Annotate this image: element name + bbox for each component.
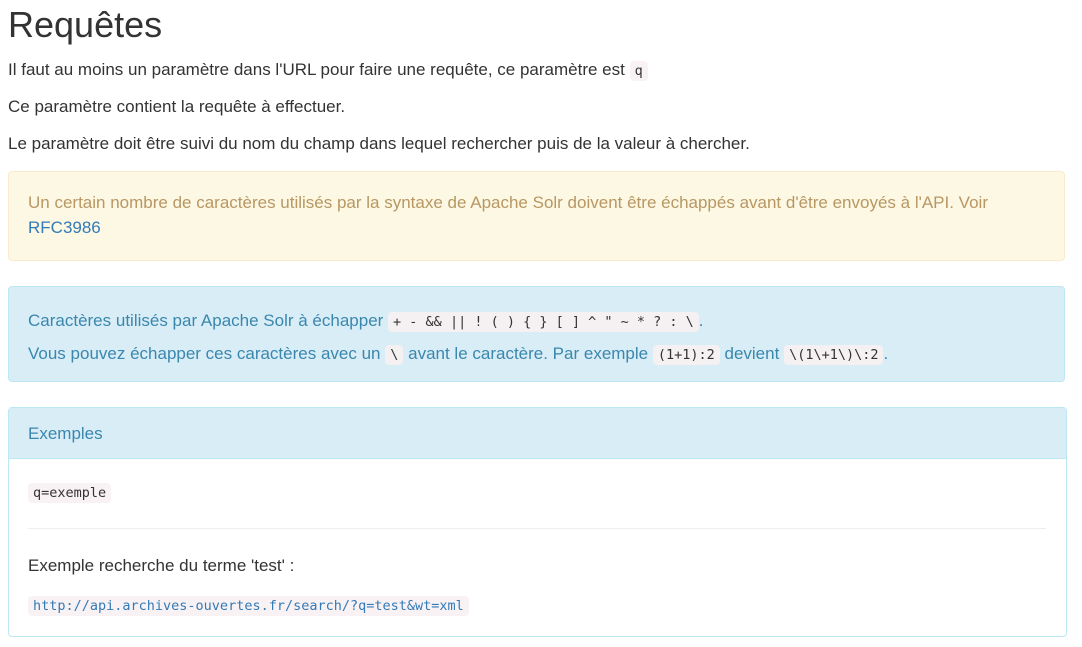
example-label: Exemple recherche du terme 'test' : (28, 556, 295, 575)
intro-line-2: Ce paramètre contient la requête à effec… (8, 97, 346, 116)
divider (28, 528, 1046, 529)
info-line-2-a: Vous pouvez échapper ces caractères avec… (28, 344, 381, 363)
page-title: Requêtes (8, 4, 163, 45)
info-line-2: Vous pouvez échapper ces caractères avec… (28, 338, 1045, 371)
intro-line-3: Le paramètre doit être suivi du nom du c… (8, 134, 750, 153)
backslash-code: \ (385, 345, 404, 365)
info-line-2-b: avant le caractère. Par exemple (408, 344, 649, 363)
example-1: q=exemple (28, 482, 112, 503)
warning-text: Un certain nombre de caractères utilisés… (28, 193, 988, 212)
example-query-code: q=exemple (28, 483, 112, 503)
page: Requêtes Il faut au moins un paramètre d… (0, 0, 1082, 637)
rfc-link[interactable]: RFC3986 (28, 218, 101, 237)
info-line-1: Caractères utilisés par Apache Solr à éc… (28, 305, 1045, 338)
example-url-code: http://api.archives-ouvertes.fr/search/?… (28, 596, 469, 616)
intro-line-1-text: Il faut au moins un paramètre dans l'URL… (8, 60, 625, 79)
intro-line-1: Il faut au moins un paramètre dans l'URL… (8, 58, 648, 83)
example-url-link[interactable]: http://api.archives-ouvertes.fr/search/?… (33, 598, 464, 614)
examples-heading: Exemples (9, 408, 1066, 459)
info-line-1-text: Caractères utilisés par Apache Solr à éc… (28, 311, 384, 330)
info-line-1-end: . (698, 311, 704, 330)
escape-chars-code: + - && || ! ( ) { } [ ] ^ " ~ * ? : \ (388, 312, 699, 332)
escaped-example-code: \(1\+1\)\:2 (784, 345, 884, 365)
info-line-2-c: devient (724, 344, 780, 363)
info-alert: Caractères utilisés par Apache Solr à éc… (8, 286, 1065, 382)
param-q-code: q (629, 61, 648, 81)
example-code: (1+1):2 (652, 345, 720, 365)
warning-alert: Un certain nombre de caractères utilisés… (8, 171, 1065, 261)
info-line-2-end: . (883, 344, 889, 363)
example-2: http://api.archives-ouvertes.fr/search/?… (28, 595, 469, 616)
examples-panel: Exemples q=exemple Exemple recherche du … (8, 407, 1067, 637)
